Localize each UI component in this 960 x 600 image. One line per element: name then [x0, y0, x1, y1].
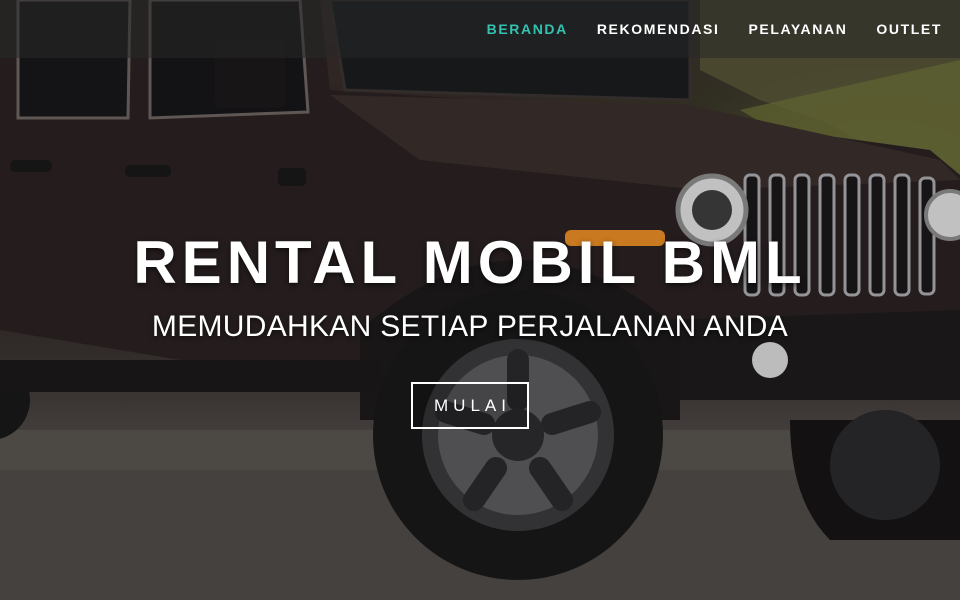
- hero-subtitle: MEMUDAHKAN SETIAP PERJALANAN ANDA: [151, 310, 789, 343]
- nav-menu: BERANDA REKOMENDASI PELAYANAN OUTLET: [458, 0, 942, 58]
- nav-item-outlet[interactable]: OUTLET: [876, 21, 942, 37]
- top-navbar: BERANDA REKOMENDASI PELAYANAN OUTLET: [0, 0, 960, 58]
- nav-item-pelayanan[interactable]: PELAYANAN: [748, 21, 847, 37]
- nav-item-beranda[interactable]: BERANDA: [487, 21, 568, 37]
- hero-title: RENTAL MOBIL BML: [133, 229, 807, 296]
- start-button[interactable]: MULAI: [411, 382, 529, 429]
- nav-item-rekomendasi[interactable]: REKOMENDASI: [597, 21, 720, 37]
- hero-content: RENTAL MOBIL BML MEMUDAHKAN SETIAP PERJA…: [0, 228, 940, 344]
